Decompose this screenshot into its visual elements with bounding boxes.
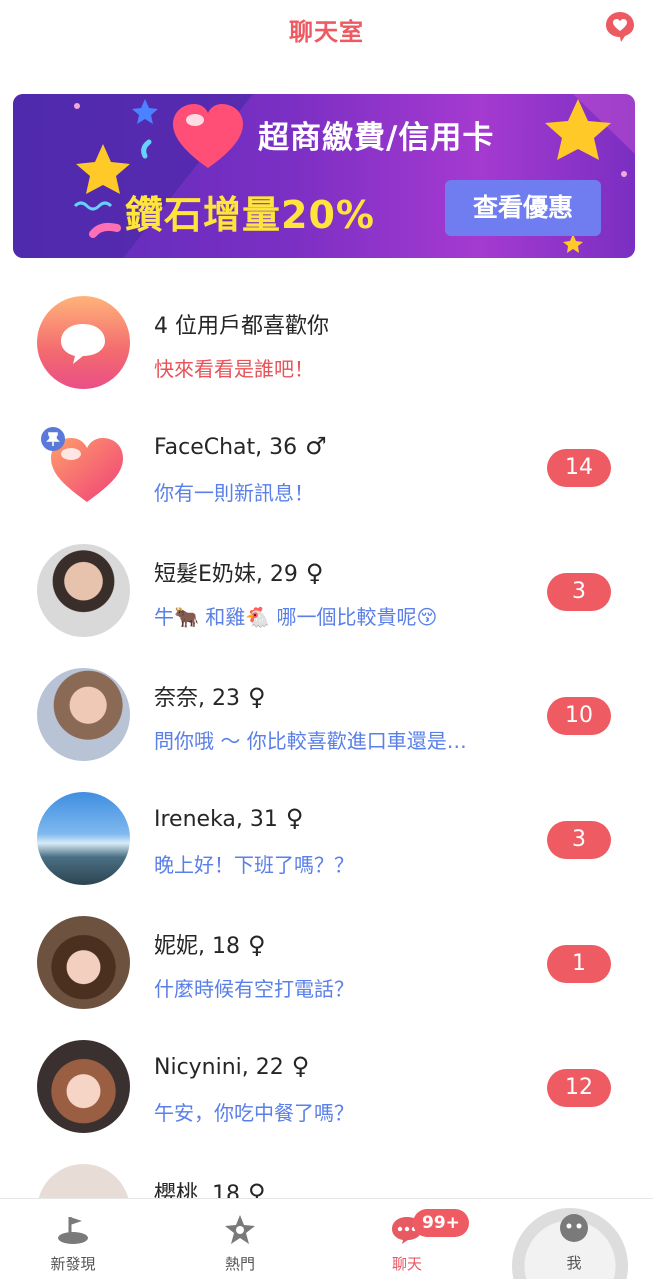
top-bar: 聊天室 <box>0 0 653 60</box>
star-icon <box>225 1215 255 1244</box>
unread-badge: 1 <box>547 945 611 983</box>
user-avatar <box>37 792 130 885</box>
nav-label: 新發現 <box>50 1255 96 1273</box>
heart-chat-icon[interactable] <box>604 10 636 44</box>
chat-name: 4 位用戶都喜歡你 <box>154 314 329 339</box>
view-offer-button[interactable]: 查看優惠 <box>445 180 601 236</box>
nav-label: 我 <box>566 1254 582 1272</box>
unread-badge: 3 <box>547 821 611 859</box>
chat-preview: 問你哦 ～ 你比較喜歡進口車還是… <box>154 729 467 753</box>
chat-row[interactable]: Ireneka, 31 ♀ 晚上好！下班了嗎？？ 3 <box>0 777 653 901</box>
chat-name: Nicynini, 22 ♀ <box>154 1052 310 1080</box>
female-icon: ♀ <box>247 931 266 959</box>
chat-name: Ireneka, 31 ♀ <box>154 804 304 832</box>
chat-count-badge: 99+ <box>413 1209 469 1237</box>
nav-me[interactable]: 我 <box>524 1212 624 1273</box>
page-title: 聊天室 <box>289 18 364 46</box>
chat-room-screen: 聊天室 超商繳費/信用卡 鑽石增量20% 查看優惠 4 位用戶都喜歡你 快來看看… <box>0 0 653 1279</box>
unread-badge: 14 <box>547 449 611 487</box>
chat-preview: 你有一則新訊息！ <box>154 481 314 505</box>
chat-name: FaceChat, 36 ♂ <box>154 432 327 460</box>
chat-name: 妮妮, 18 ♀ <box>154 931 266 959</box>
chat-row[interactable]: FaceChat, 36 ♂ 你有一則新訊息！ 14 <box>0 405 653 529</box>
nav-hot[interactable]: 熱門 <box>190 1213 290 1274</box>
nav-chat[interactable]: 99+ 聊天 <box>357 1209 469 1274</box>
planet-flag-icon <box>58 1217 88 1244</box>
chat-preview: 什麼時候有空打電話？ <box>154 977 354 1001</box>
female-icon: ♀ <box>247 683 266 711</box>
banner-headline: 超商繳費/信用卡 <box>258 120 495 156</box>
likes-avatar <box>37 296 130 389</box>
profile-face-icon <box>560 1214 588 1242</box>
chat-preview: 牛🐂 和雞🐔 哪一個比較貴呢😚 <box>154 605 438 629</box>
chat-row[interactable]: 短髮E奶妹, 29 ♀ 牛🐂 和雞🐔 哪一個比較貴呢😚 3 <box>0 529 653 653</box>
female-icon: ♀ <box>305 559 324 587</box>
male-icon: ♂ <box>305 432 327 460</box>
female-icon: ♀ <box>285 804 304 832</box>
chat-preview: 快來看看是誰吧！ <box>154 357 314 381</box>
chat-row[interactable]: 奈奈, 23 ♀ 問你哦 ～ 你比較喜歡進口車還是… 10 <box>0 653 653 777</box>
chat-preview: 午安，你吃中餐了嗎？ <box>154 1101 354 1125</box>
pin-icon <box>41 427 65 451</box>
promo-banner[interactable]: 超商繳費/信用卡 鑽石增量20% 查看優惠 <box>13 94 635 258</box>
unread-badge: 10 <box>547 697 611 735</box>
unread-badge: 12 <box>547 1069 611 1107</box>
user-avatar <box>37 668 130 761</box>
chat-row[interactable]: 妮妮, 18 ♀ 什麼時候有空打電話？ 1 <box>0 901 653 1025</box>
nav-label: 聊天 <box>391 1255 422 1273</box>
nav-label: 熱門 <box>224 1255 255 1273</box>
chat-preview: 晚上好！下班了嗎？？ <box>154 853 354 877</box>
female-icon: ♀ <box>291 1052 310 1080</box>
user-avatar <box>37 1040 130 1133</box>
likes-row[interactable]: 4 位用戶都喜歡你 快來看看是誰吧！ <box>0 281 653 405</box>
chat-name: 短髮E奶妹, 29 ♀ <box>154 559 324 587</box>
nav-discover[interactable]: 新發現 <box>23 1213 123 1274</box>
chat-name: 奈奈, 23 ♀ <box>154 683 266 711</box>
user-avatar <box>37 544 130 637</box>
speech-bubble-icon <box>61 324 105 364</box>
user-avatar <box>37 916 130 1009</box>
chat-row[interactable]: Nicynini, 22 ♀ 午安，你吃中餐了嗎？ 12 <box>0 1025 653 1149</box>
banner-offer: 鑽石增量20% <box>125 193 375 237</box>
unread-badge: 3 <box>547 573 611 611</box>
